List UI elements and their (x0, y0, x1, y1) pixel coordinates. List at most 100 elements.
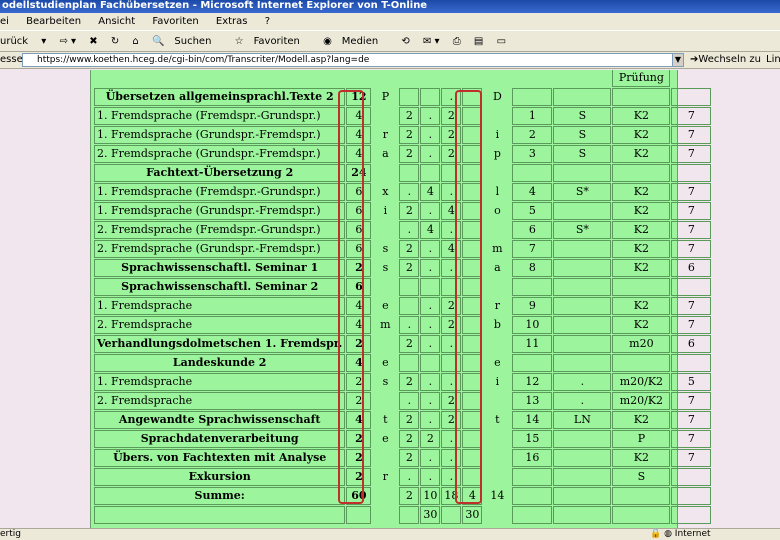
menu-item-favorites[interactable]: Favoriten (152, 16, 198, 27)
table-cell (553, 506, 612, 524)
links-button[interactable]: Link (766, 54, 780, 65)
course-name-cell: Angewandte Sprachwissenschaft (94, 411, 346, 429)
table-cell: 13 (512, 392, 553, 410)
history-icon[interactable]: ⟲ (401, 36, 409, 47)
course-name-cell: Übersetzen allgemeinsprachl.Texte 2 (94, 88, 346, 106)
menu-item-file[interactable]: ei (0, 16, 9, 27)
table-cell: S* (553, 183, 612, 201)
menu-item-help[interactable]: ? (265, 16, 270, 27)
table-cell (553, 449, 612, 467)
table-cell (671, 164, 712, 182)
course-name-cell: 2. Fremdsprache (Grundspr.-Fremdspr.) (94, 240, 346, 258)
course-name-cell: Landeskunde 2 (94, 354, 346, 372)
table-cell (441, 506, 462, 524)
menu-item-tools[interactable]: Extras (216, 16, 248, 27)
table-cell (372, 487, 398, 505)
table-cell: 7 (512, 240, 553, 258)
table-row: Sprachwissenschaftl. Seminar 26 (94, 278, 712, 296)
table-cell: e (494, 356, 501, 369)
table-cell: . (420, 411, 441, 429)
address-dropdown[interactable]: ▼ (672, 53, 684, 67)
table-cell: 11 (512, 335, 553, 353)
table-cell: . (420, 107, 441, 125)
table-cell: m20/K2 (612, 373, 671, 391)
table-cell: i (495, 128, 500, 141)
menu-item-edit[interactable]: Bearbeiten (26, 16, 81, 27)
table-cell (399, 88, 420, 106)
table-cell: S (553, 145, 612, 163)
table-row: 1. Fremdsprache (Grundspr.-Fremdspr.) 6 i 2… (94, 202, 712, 220)
table-cell: LN (553, 411, 612, 429)
edit-icon[interactable]: ▤ (474, 36, 483, 47)
home-icon[interactable]: ⌂ (132, 36, 138, 47)
table-cell: K2 (612, 221, 671, 239)
address-bar: esse https://www.koethen.hceg.de/cgi-bin… (0, 52, 780, 69)
window-titlebar: odellstudienplan Fachübersetzen - Micros… (0, 0, 780, 13)
globe-icon: ◍ (664, 529, 675, 539)
table-cell (372, 164, 398, 182)
go-button[interactable]: ➔Wechseln zu (690, 54, 761, 65)
star-icon: ☆ (234, 36, 244, 47)
table-cell (553, 259, 612, 277)
course-name-cell: Exkursion (94, 468, 346, 486)
table-row: Sprachdatenverarbeitung 2 e 2 2. 15 P 7 (94, 430, 712, 448)
table-cell: 10 (420, 487, 441, 505)
table-cell (512, 354, 553, 372)
table-cell: m20 (612, 335, 671, 353)
course-name-cell: Sprachdatenverarbeitung (94, 430, 346, 448)
table-cell (372, 278, 398, 296)
table-cell (671, 468, 712, 486)
stop-icon[interactable]: ✖ (89, 36, 97, 47)
table-cell (420, 88, 441, 106)
table-cell: a (494, 261, 501, 274)
table-cell: b (493, 318, 501, 331)
table-cell: 15 (512, 430, 553, 448)
table-cell: 2 (399, 411, 420, 429)
table-cell: . (420, 297, 441, 315)
table-cell (553, 88, 612, 106)
table-cell: K2 (612, 183, 671, 201)
table-cell: p (493, 147, 501, 160)
table-cell (553, 278, 612, 296)
header-spacer (94, 70, 611, 87)
address-input[interactable]: https://www.koethen.hceg.de/cgi-bin/com/… (22, 53, 684, 67)
discuss-icon[interactable]: ▭ (497, 36, 506, 47)
table-cell (372, 107, 398, 125)
course-name-cell: 1. Fremdsprache (Fremdspr.-Grundspr.) (94, 183, 346, 201)
course-name-cell: 1. Fremdsprache (94, 373, 346, 391)
table-cell: 2 (399, 487, 420, 505)
mail-icon[interactable]: ✉ ▾ (423, 36, 440, 47)
table-cell (553, 297, 612, 315)
forward-icon[interactable]: ⇨ ▾ (59, 36, 76, 47)
search-button[interactable]: 🔍 Suchen (152, 36, 221, 47)
table-cell (483, 278, 511, 296)
table-cell: P (381, 90, 390, 103)
table-cell (483, 164, 511, 182)
media-button[interactable]: ◉ Medien (323, 36, 388, 47)
table-cell: 10 (512, 316, 553, 334)
menu-item-view[interactable]: Ansicht (98, 16, 135, 27)
table-cell: . (420, 468, 441, 486)
table-cell: K2 (612, 411, 671, 429)
table-cell: 7 (671, 107, 712, 125)
table-cell (612, 88, 671, 106)
table-cell (553, 430, 612, 448)
back-label: urück (0, 36, 29, 47)
study-plan-table: Prüfung Übersetzen allgemeinsprachl.Text… (93, 70, 712, 525)
media-label: Medien (341, 36, 379, 47)
table-cell: 12 (512, 373, 553, 391)
table-cell (483, 430, 511, 448)
table-cell (612, 487, 671, 505)
table-cell (671, 487, 712, 505)
highlight-praxissemester (338, 90, 364, 504)
toolbar: urück ▾ ⇨ ▾ ✖ ↻ ⌂ 🔍 Suchen ☆ Favoriten ◉ Me… (0, 30, 780, 52)
table-cell: 2 (399, 259, 420, 277)
table-cell: 4 (420, 221, 441, 239)
table-row: 1. Fremdsprache 4 e. 2 r 9 K2 7 (94, 297, 712, 315)
table-cell: m20/K2 (612, 392, 671, 410)
refresh-icon[interactable]: ↻ (111, 36, 119, 47)
table-cell (553, 354, 612, 372)
print-icon[interactable]: ⎙ (453, 36, 461, 47)
back-button[interactable]: urück ▾ (0, 36, 46, 47)
favorites-button[interactable]: ☆ Favoriten (235, 36, 310, 47)
